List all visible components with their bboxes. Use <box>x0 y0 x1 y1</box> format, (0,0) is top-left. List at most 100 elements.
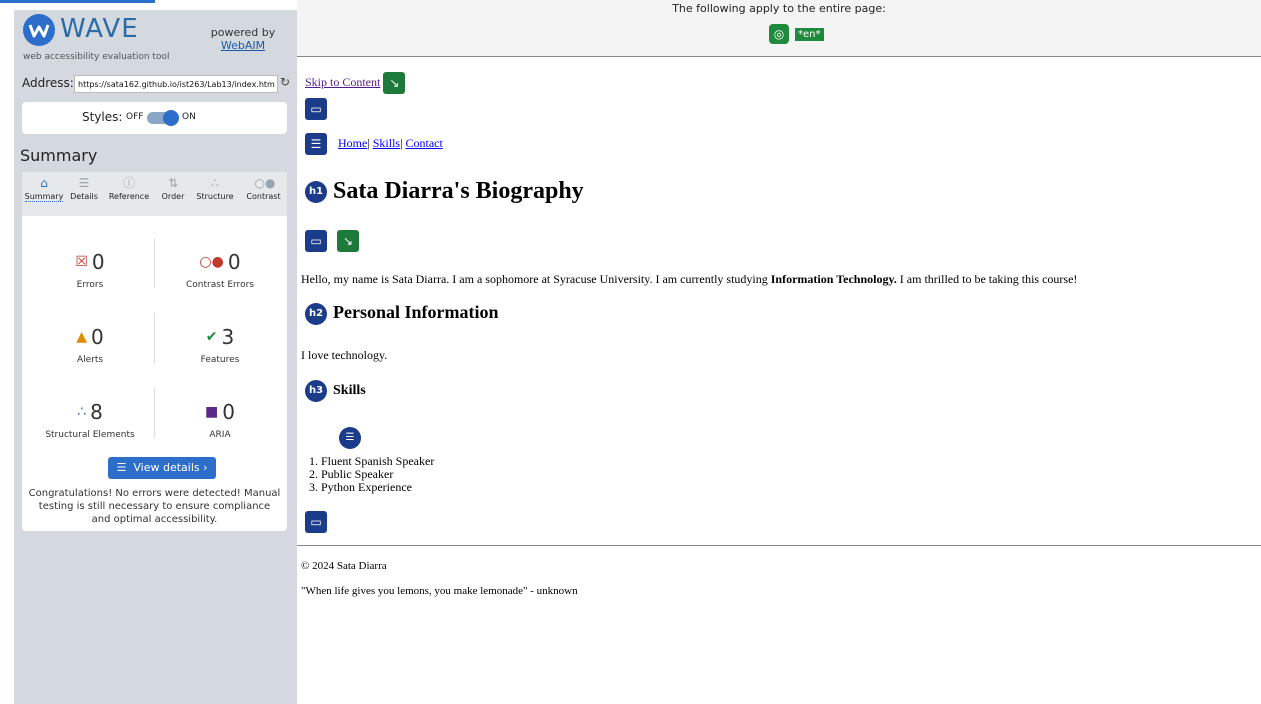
language-tag[interactable]: *en* <box>795 27 824 41</box>
nav-link-skills[interactable]: Skills <box>373 136 400 150</box>
panel-tabs: ⌂ Summary ☰ Details ⓘ Reference ⇅ Order … <box>22 172 287 216</box>
brand-tagline: web accessibility evaluation tool <box>23 52 170 62</box>
copyright-text: © 2024 Sata Diarra <box>301 560 387 572</box>
bio-text-start: Hello, my name is Sata Diarra. I am a so… <box>301 272 771 286</box>
styles-toggle[interactable] <box>147 110 179 126</box>
evaluated-page: The following apply to the entire page: … <box>297 0 1261 704</box>
styles-on-label: ON <box>182 112 196 122</box>
contrast-error-icon: ○● <box>199 254 224 270</box>
webaim-link[interactable]: WebAIM <box>221 39 265 52</box>
skip-link-feature-icon[interactable]: ↘ <box>383 72 406 94</box>
stat-structural[interactable]: ∴ 8 Structural Elements <box>28 400 152 440</box>
alerts-label: Alerts <box>76 355 104 365</box>
h1-badge-icon[interactable]: h1 <box>305 181 327 204</box>
wave-sidebar: WAVE web accessibility evaluation tool p… <box>14 10 297 704</box>
bio-text-end: I am thrilled to be taking this course! <box>896 272 1078 286</box>
list-icon: ☰ <box>116 461 127 474</box>
errors-count: 0 <box>91 250 105 274</box>
header-region-row: ▭ <box>305 98 327 120</box>
skip-to-content-link[interactable]: Skip to Content <box>305 75 380 89</box>
bio-strong: Information Technology. <box>770 272 897 286</box>
divider <box>154 313 155 363</box>
footer-quote: "When life gives you lemons, you make le… <box>301 585 578 597</box>
personal-info-heading: Personal Information <box>333 302 499 322</box>
tab-order[interactable]: ⇅ Order <box>156 172 190 216</box>
heading-1-row: h1 Sata Diarra's Biography <box>305 178 584 205</box>
reload-icon[interactable]: ↻ <box>280 75 290 89</box>
alert-icon: ▲ <box>76 329 88 345</box>
footer-region-row: ▭ <box>305 511 327 533</box>
congrats-message: Congratulations! No errors were detected… <box>28 488 281 525</box>
stat-errors[interactable]: ☒ 0 Errors <box>28 250 152 290</box>
powered-by: powered by WebAIM <box>207 26 279 52</box>
nav-row: ☰ Home| Skills| Contact <box>305 133 443 155</box>
structure-icon: ∴ <box>77 404 87 420</box>
brand-header: WAVE web accessibility evaluation tool p… <box>14 10 297 64</box>
skills-list: Fluent Spanish Speaker Public Speaker Py… <box>301 455 434 494</box>
features-count: 3 <box>221 325 235 349</box>
tab-label: Reference <box>108 192 150 201</box>
language-globe-icon[interactable]: ◎ <box>769 24 789 44</box>
navigation-structure-icon[interactable]: ☰ <box>305 133 327 155</box>
tab-label: Contrast <box>246 192 281 201</box>
skip-link-row: Skip to Content ↘ <box>305 72 406 94</box>
heading-2-row: h2 Personal Information <box>305 302 499 325</box>
styles-off-label: OFF <box>126 112 144 122</box>
love-paragraph: I love technology. <box>301 348 388 362</box>
feature-check-icon: ✔ <box>205 329 218 345</box>
address-bar: Address: https://sata162.github.io/ist26… <box>22 74 290 96</box>
page-level-banner: The following apply to the entire page: … <box>297 0 1261 57</box>
stat-features[interactable]: ✔ 3 Features <box>158 325 282 365</box>
summary-panel: ☒ 0 Errors ○● 0 Contrast Errors ▲ 0 Alerts … <box>22 216 287 531</box>
header-structure-icon[interactable]: ▭ <box>305 98 327 120</box>
info-icon: ⓘ <box>122 176 135 190</box>
h2-badge-icon[interactable]: h2 <box>305 302 327 325</box>
tab-details[interactable]: ☰ Details <box>66 172 102 216</box>
list-item: Python Experience <box>321 481 434 494</box>
address-input[interactable]: https://sata162.github.io/ist263/Lab13/i… <box>74 75 278 93</box>
tab-reference[interactable]: ⓘ Reference <box>102 172 156 216</box>
main-structure-icon[interactable]: ▭ <box>305 230 327 252</box>
view-details-button[interactable]: ☰ View details › <box>108 457 216 479</box>
tab-label: Structure <box>196 192 234 201</box>
skills-heading: Skills <box>333 383 366 399</box>
footer-structure-icon[interactable]: ▭ <box>305 511 327 533</box>
stat-contrast-errors[interactable]: ○● 0 Contrast Errors <box>158 250 282 290</box>
aria-count: 0 <box>222 400 235 424</box>
nav-link-contact[interactable]: Contact <box>406 136 443 150</box>
bio-paragraph: Hello, my name is Sata Diarra. I am a so… <box>301 272 1077 287</box>
heading-3-row: h3 Skills <box>305 380 366 402</box>
skip-target-feature-icon[interactable]: ↘ <box>337 230 359 252</box>
tab-contrast[interactable]: ○● Contrast <box>240 172 287 216</box>
aria-book-icon: ■ <box>205 404 219 420</box>
nav-link-home[interactable]: Home <box>338 136 367 150</box>
structural-label: Structural Elements <box>45 430 135 440</box>
stat-aria[interactable]: ■ 0 ARIA <box>158 400 282 440</box>
top-accent-bar <box>0 0 155 3</box>
stat-alerts[interactable]: ▲ 0 Alerts <box>28 325 152 365</box>
list-icon: ☰ <box>78 176 90 190</box>
structure-icon: ∴ <box>211 176 219 190</box>
tab-summary[interactable]: ⌂ Summary <box>22 172 66 216</box>
structural-count: 8 <box>90 400 103 424</box>
tab-structure[interactable]: ∴ Structure <box>190 172 240 216</box>
order-icon: ⇅ <box>167 176 179 190</box>
h3-badge-icon[interactable]: h3 <box>305 380 327 402</box>
powered-by-text: powered by <box>210 26 276 39</box>
alerts-count: 0 <box>91 325 104 349</box>
contrast-icon: ○● <box>254 176 276 190</box>
features-label: Features <box>200 355 240 365</box>
contrast-errors-count: 0 <box>227 250 241 274</box>
aria-label: ARIA <box>209 430 231 440</box>
address-label: Address: <box>22 76 74 90</box>
banner-icons: ◎ *en* <box>769 24 824 44</box>
summary-heading: Summary <box>20 146 98 165</box>
tab-label: Summary <box>24 192 64 202</box>
ordered-list-icon[interactable]: ☰ <box>339 427 361 449</box>
contrast-errors-label: Contrast Errors <box>186 280 254 290</box>
view-details-label: View details › <box>133 461 208 474</box>
divider <box>154 238 155 288</box>
error-icon: ☒ <box>75 254 88 270</box>
divider <box>154 388 155 438</box>
banner-text: The following apply to the entire page: <box>672 2 886 15</box>
